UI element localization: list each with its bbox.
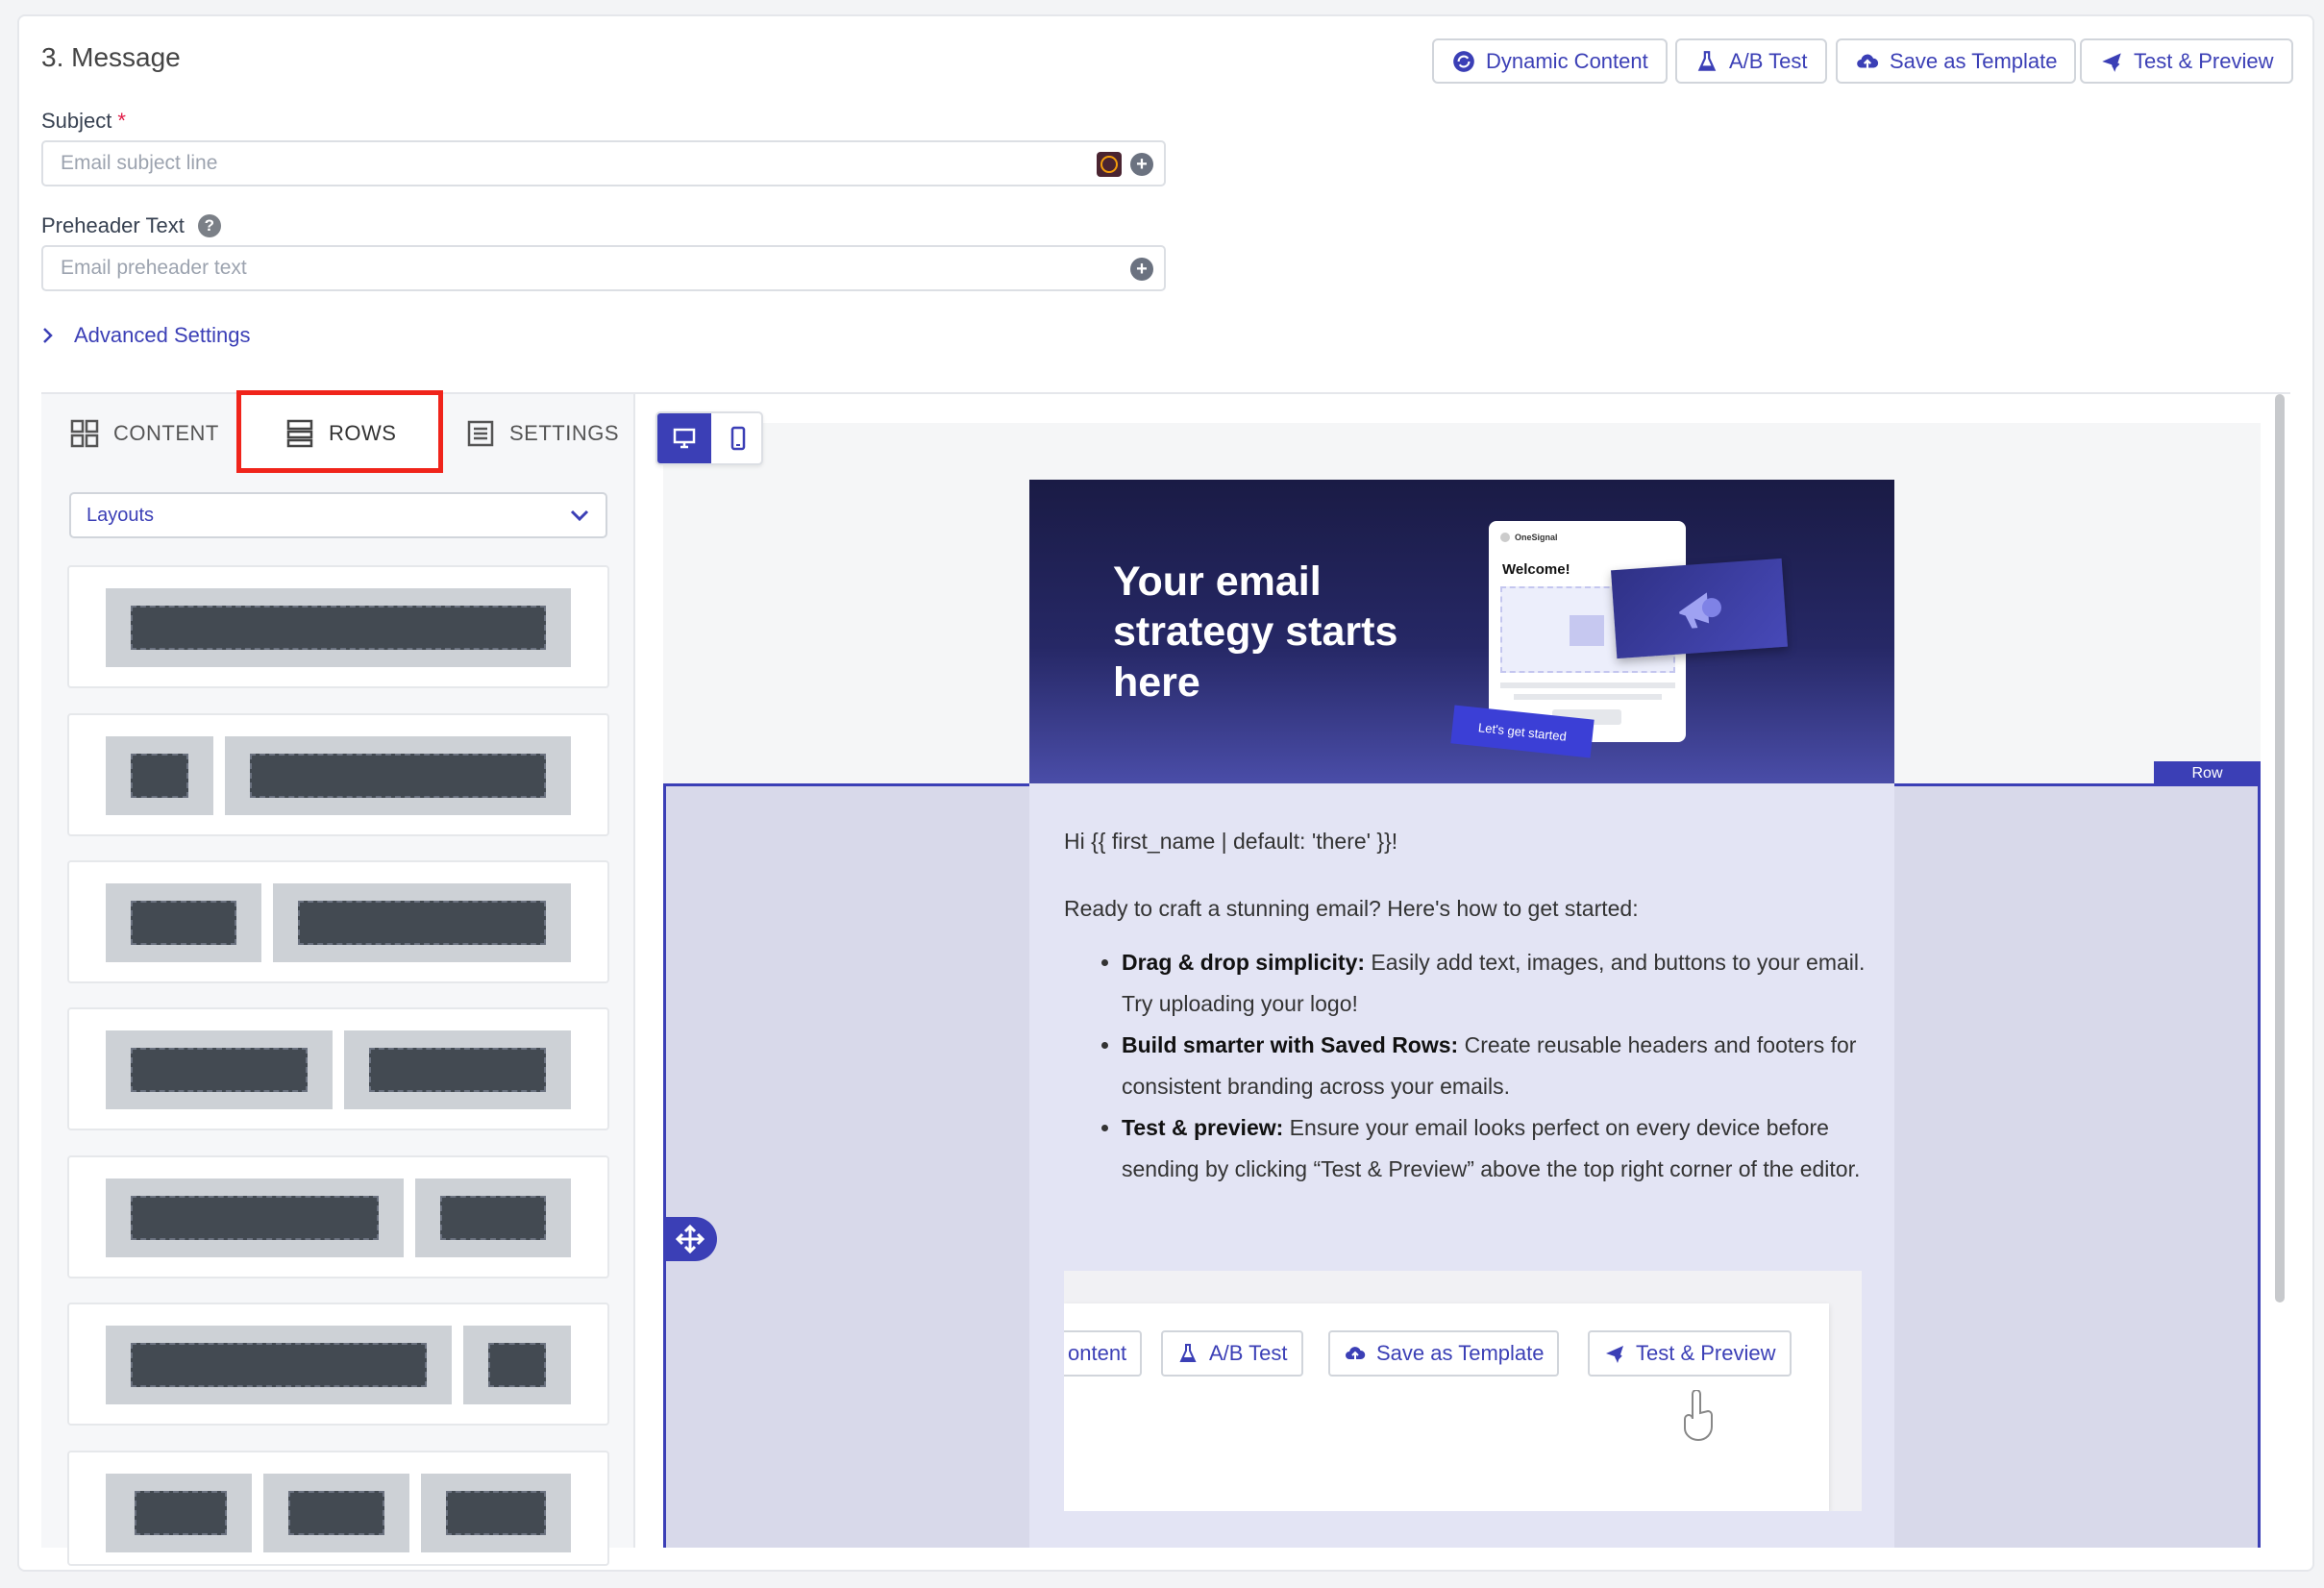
megaphone-card [1611, 558, 1788, 659]
required-mark: * [117, 109, 126, 133]
screenshot-card: ontent A/B Test Save as Template Test & … [1064, 1303, 1829, 1511]
row-badge[interactable]: Row [2154, 761, 2261, 786]
layout-1-2-columns[interactable] [67, 860, 609, 983]
canvas-scrollbar[interactable] [2275, 394, 2285, 1303]
tab-rows[interactable]: ROWS [284, 404, 396, 463]
rows-icon [286, 419, 313, 448]
subject-input[interactable]: Email subject line [41, 140, 1166, 186]
shot-test-label: Test & Preview [1636, 1341, 1776, 1365]
bullet-bold: Build smarter with Saved Rows: [1122, 1032, 1459, 1057]
list-item: Drag & drop simplicity: Easily add text,… [1122, 942, 1871, 1025]
send-check-icon [2102, 52, 2121, 72]
dynamic-content-label: Dynamic Content [1486, 48, 1648, 73]
advanced-settings-label: Advanced Settings [74, 323, 251, 347]
ab-test-button[interactable]: A/B Test [1675, 38, 1827, 84]
greeting-text[interactable]: Hi {{ first_name | default: 'there' }}! [1064, 829, 1397, 855]
layout-3-1-columns[interactable] [67, 1303, 609, 1426]
send-check-icon [1606, 1346, 1623, 1363]
mock-brand-text: OneSignal [1515, 533, 1558, 542]
image-icon [1570, 615, 1604, 646]
bullet-bold: Test & preview: [1122, 1115, 1284, 1140]
layout-two-equal-columns[interactable] [67, 1007, 609, 1130]
dynamic-content-icon [1453, 50, 1474, 72]
mock-welcome: Welcome! [1502, 561, 1570, 578]
shot-ab-label: A/B Test [1209, 1341, 1288, 1365]
shot-dynamic-content-button: ontent [1064, 1330, 1143, 1377]
mock-text-line [1500, 682, 1675, 688]
shot-content-label: ontent [1068, 1341, 1127, 1365]
move-row-handle[interactable] [663, 1217, 717, 1261]
shot-save-template-button: Save as Template [1328, 1330, 1560, 1377]
advanced-settings-toggle[interactable]: Advanced Settings [41, 323, 250, 348]
emoji-picker-icon[interactable] [1097, 152, 1122, 177]
list-item: Build smarter with Saved Rows: Create re… [1122, 1025, 1871, 1107]
mock-avatar-icon [1500, 533, 1510, 542]
mock-text-line [1514, 694, 1662, 700]
layout-one-column[interactable] [67, 565, 609, 688]
intro-text[interactable]: Ready to craft a stunning email? Here's … [1064, 896, 1639, 922]
dynamic-content-button[interactable]: Dynamic Content [1432, 38, 1668, 84]
layout-2-1-columns[interactable] [67, 1155, 609, 1278]
preheader-placeholder: Email preheader text [61, 257, 247, 279]
megaphone-icon [1679, 592, 1721, 629]
move-icon [676, 1225, 705, 1253]
layouts-select-value: Layouts [87, 504, 155, 526]
subject-label-text: Subject [41, 109, 112, 133]
subject-label: Subject * [41, 109, 126, 134]
help-icon[interactable]: ? [197, 214, 221, 237]
toolbar-screenshot-image[interactable]: ontent A/B Test Save as Template Test & … [1064, 1271, 1862, 1511]
layout-1-3-columns[interactable] [67, 713, 609, 836]
preheader-label-text: Preheader Text [41, 213, 185, 237]
mock-brand: OneSignal [1500, 533, 1558, 542]
mobile-view-button[interactable] [711, 413, 765, 463]
test-preview-label: Test & Preview [2134, 48, 2274, 73]
hand-cursor-icon [1684, 1390, 1713, 1442]
tab-content[interactable]: CONTENT [69, 404, 219, 463]
flask-icon [1697, 50, 1717, 71]
layout-three-columns[interactable] [67, 1451, 609, 1566]
settings-list-icon [467, 420, 494, 447]
email-hero[interactable]: Your email strategy starts here OneSigna… [1029, 480, 1894, 783]
layouts-select[interactable]: Layouts [69, 492, 607, 538]
save-template-button[interactable]: Save as Template [1836, 38, 2077, 84]
shot-test-preview-button: Test & Preview [1588, 1330, 1792, 1377]
shot-save-label: Save as Template [1376, 1341, 1545, 1365]
bullet-bold: Drag & drop simplicity: [1122, 950, 1366, 975]
chevron-down-icon [570, 509, 589, 522]
grid-icon [70, 419, 99, 448]
preheader-label: Preheader Text ? [41, 213, 221, 238]
desktop-view-button[interactable] [657, 413, 711, 463]
ab-test-label: A/B Test [1729, 48, 1808, 73]
chevron-right-icon [43, 328, 53, 343]
flask-icon [1179, 1344, 1197, 1362]
desktop-icon [673, 428, 696, 449]
tab-rows-label: ROWS [329, 421, 397, 445]
tab-settings[interactable]: SETTINGS [465, 404, 619, 463]
save-template-label: Save as Template [1890, 48, 2058, 73]
shot-ab-test-button: A/B Test [1161, 1330, 1303, 1377]
tab-settings-label: SETTINGS [509, 421, 620, 445]
section-title: 3. Message [41, 42, 181, 72]
tab-content-label: CONTENT [113, 421, 219, 445]
cloud-upload-icon [1346, 1347, 1366, 1359]
cloud-upload-icon [1857, 54, 1879, 67]
preheader-input[interactable]: Email preheader text [41, 245, 1166, 291]
mobile-icon [730, 426, 746, 451]
preheader-add-icon[interactable]: + [1130, 258, 1153, 281]
list-item: Test & preview: Ensure your email looks … [1122, 1107, 1871, 1190]
subject-add-icon[interactable]: + [1130, 153, 1153, 176]
subject-placeholder: Email subject line [61, 152, 218, 174]
device-toggle [655, 411, 763, 465]
feature-list[interactable]: Drag & drop simplicity: Easily add text,… [1064, 942, 1871, 1190]
hero-title: Your email strategy starts here [1113, 558, 1398, 706]
test-preview-button[interactable]: Test & Preview [2080, 38, 2293, 84]
